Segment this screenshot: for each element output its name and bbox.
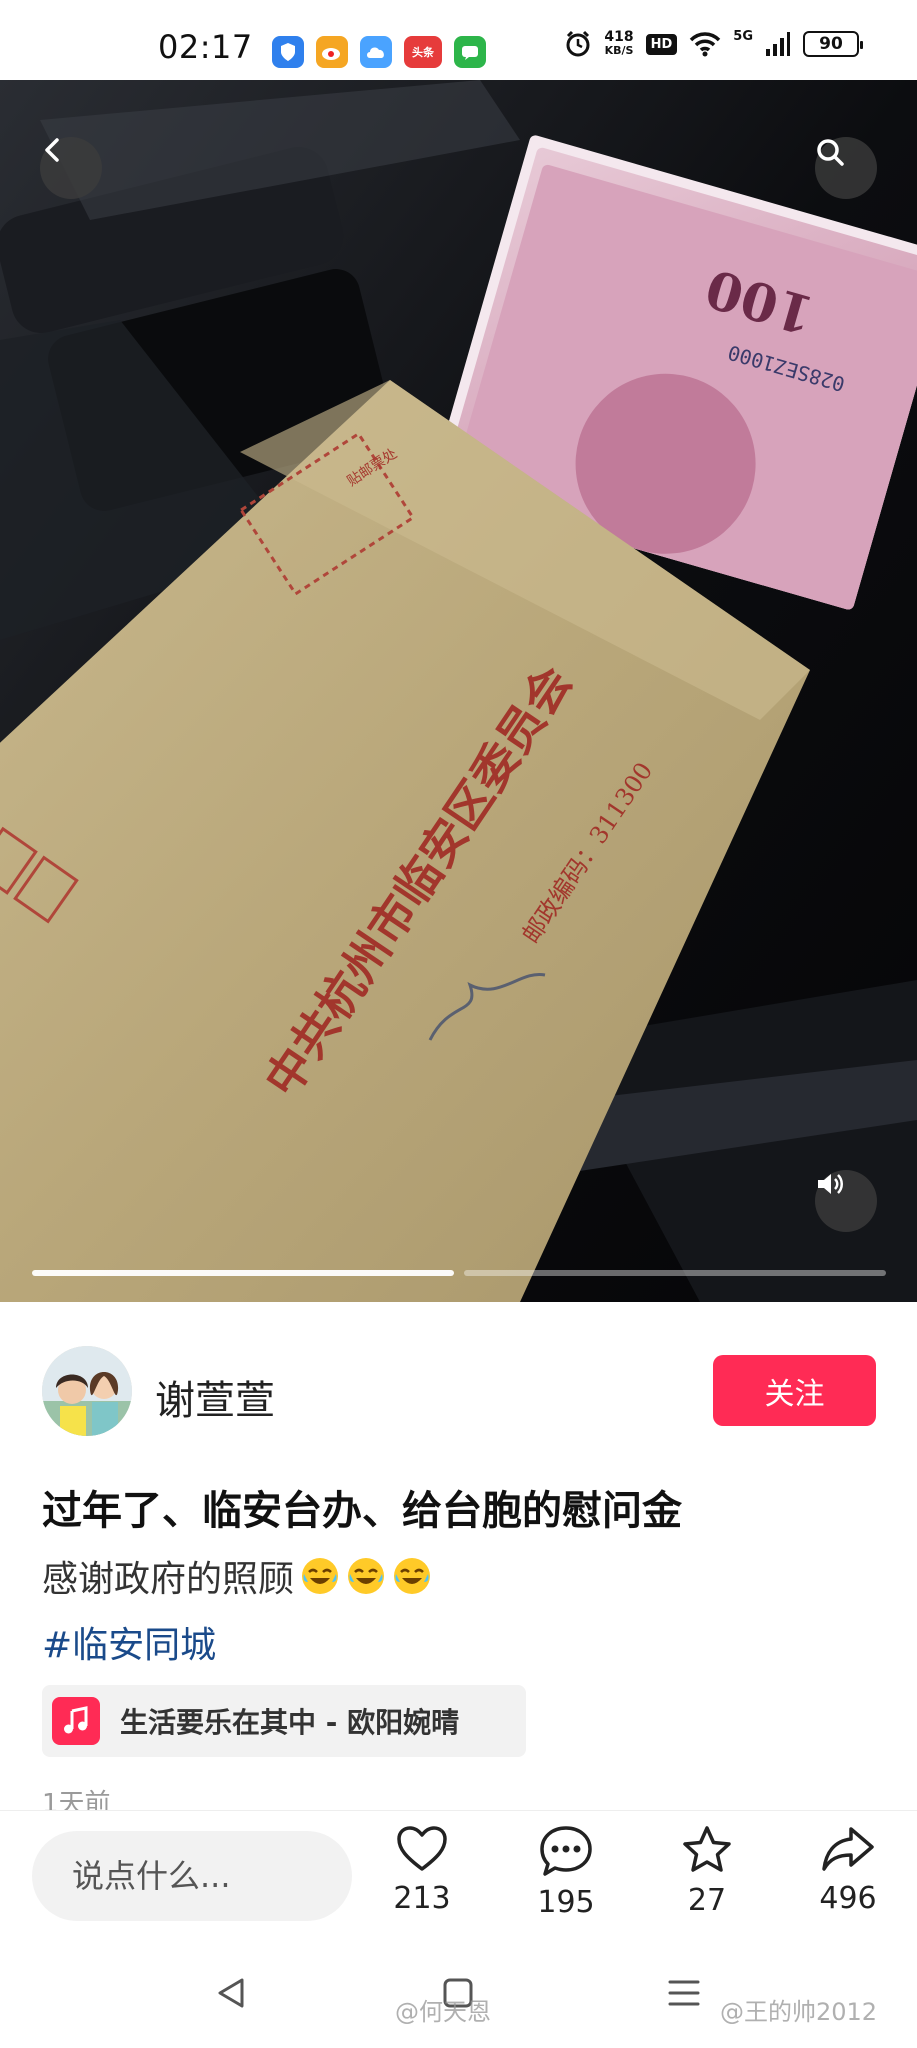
image-progress-next [464,1270,886,1276]
share-count: 496 [819,1881,877,1916]
back-button[interactable] [40,137,102,199]
avatar-image [42,1346,132,1436]
like-button[interactable]: 213 [367,1825,477,1916]
search-button[interactable] [815,137,877,199]
music-chip[interactable]: 生活要乐在其中 - 欧阳婉晴 [42,1685,526,1757]
post-body-text: 感谢政府的照顾 [42,1559,295,1600]
chat-bubble-icon [540,1826,592,1876]
favorite-button[interactable]: 27 [652,1825,762,1918]
notification-icons: 头条 [272,36,486,68]
battery-icon: 90 [803,31,863,57]
nav-menu-button[interactable] [654,1968,714,2018]
photo-content: 100 028SEZ1000 贴邮票处 中共杭州市临安区委员会 邮政编码：311… [0,80,917,1302]
watermark: @何天恩 [395,1998,491,2026]
chevron-left-icon [45,138,59,162]
star-icon [683,1826,731,1872]
network-type: 5G [733,28,753,44]
share-button[interactable]: 496 [793,1825,903,1916]
post-title: 过年了、临安台办、给台胞的慰问金 [42,1488,682,1534]
net-speed-unit: KB/S [604,44,634,57]
laughing-tears-emoji-icon [302,1558,339,1594]
alarm-icon [566,30,590,57]
nav-back-button[interactable] [201,1968,261,2018]
favorite-count: 27 [687,1883,727,1918]
sound-toggle-button[interactable] [815,1170,877,1232]
hamburger-menu-icon [668,1980,700,2006]
image-progress-current [32,1270,454,1276]
hashtag-link[interactable]: #临安同城 [42,1616,216,1668]
comment-count: 195 [537,1885,595,1920]
laughing-tears-emoji-icon [394,1558,431,1594]
heart-icon [397,1826,447,1871]
watermark: @王的帅2012 [720,1998,878,2026]
hd-badge: HD [645,33,678,55]
status-bar: 02:17 头条 418 KB/S HD 5G 90 [0,0,917,80]
weibo-icon [316,36,348,68]
net-speed: 418 KB/S [604,30,633,58]
like-count: 213 [393,1881,451,1916]
wifi-icon [690,32,721,57]
author-name[interactable]: 谢萱萱 [155,1368,275,1426]
share-arrow-icon [822,1827,874,1871]
wechat-icon [454,36,486,68]
speaker-icon [818,1174,843,1194]
bottom-action-bar: 213 195 27 496 [0,1810,917,1940]
cloud-app-icon [360,36,392,68]
triangle-back-icon [218,1978,244,2008]
system-icons: 418 KB/S HD 5G 90 [564,28,863,58]
status-time: 02:17 [158,28,253,66]
system-nav-bar: @何天恩 @王的帅2012 [0,1940,917,2048]
post-photo[interactable]: 100 028SEZ1000 贴邮票处 中共杭州市临安区委员会 邮政编码：311… [0,80,917,1302]
avatar[interactable] [42,1346,132,1436]
toutiao-icon: 头条 [404,36,442,68]
signal-icon [766,32,790,56]
comment-button[interactable]: 195 [511,1825,621,1920]
follow-button[interactable]: 关注 [713,1355,876,1426]
music-note-icon [52,1697,100,1745]
post-body: 感谢政府的照顾 [42,1550,432,1602]
comment-input[interactable] [32,1831,352,1921]
shield-app-icon [272,36,304,68]
music-label: 生活要乐在其中 - 欧阳婉晴 [120,1706,460,1739]
net-speed-value: 418 [604,29,634,45]
laughing-tears-emoji-icon [348,1558,385,1594]
search-icon [817,139,844,166]
